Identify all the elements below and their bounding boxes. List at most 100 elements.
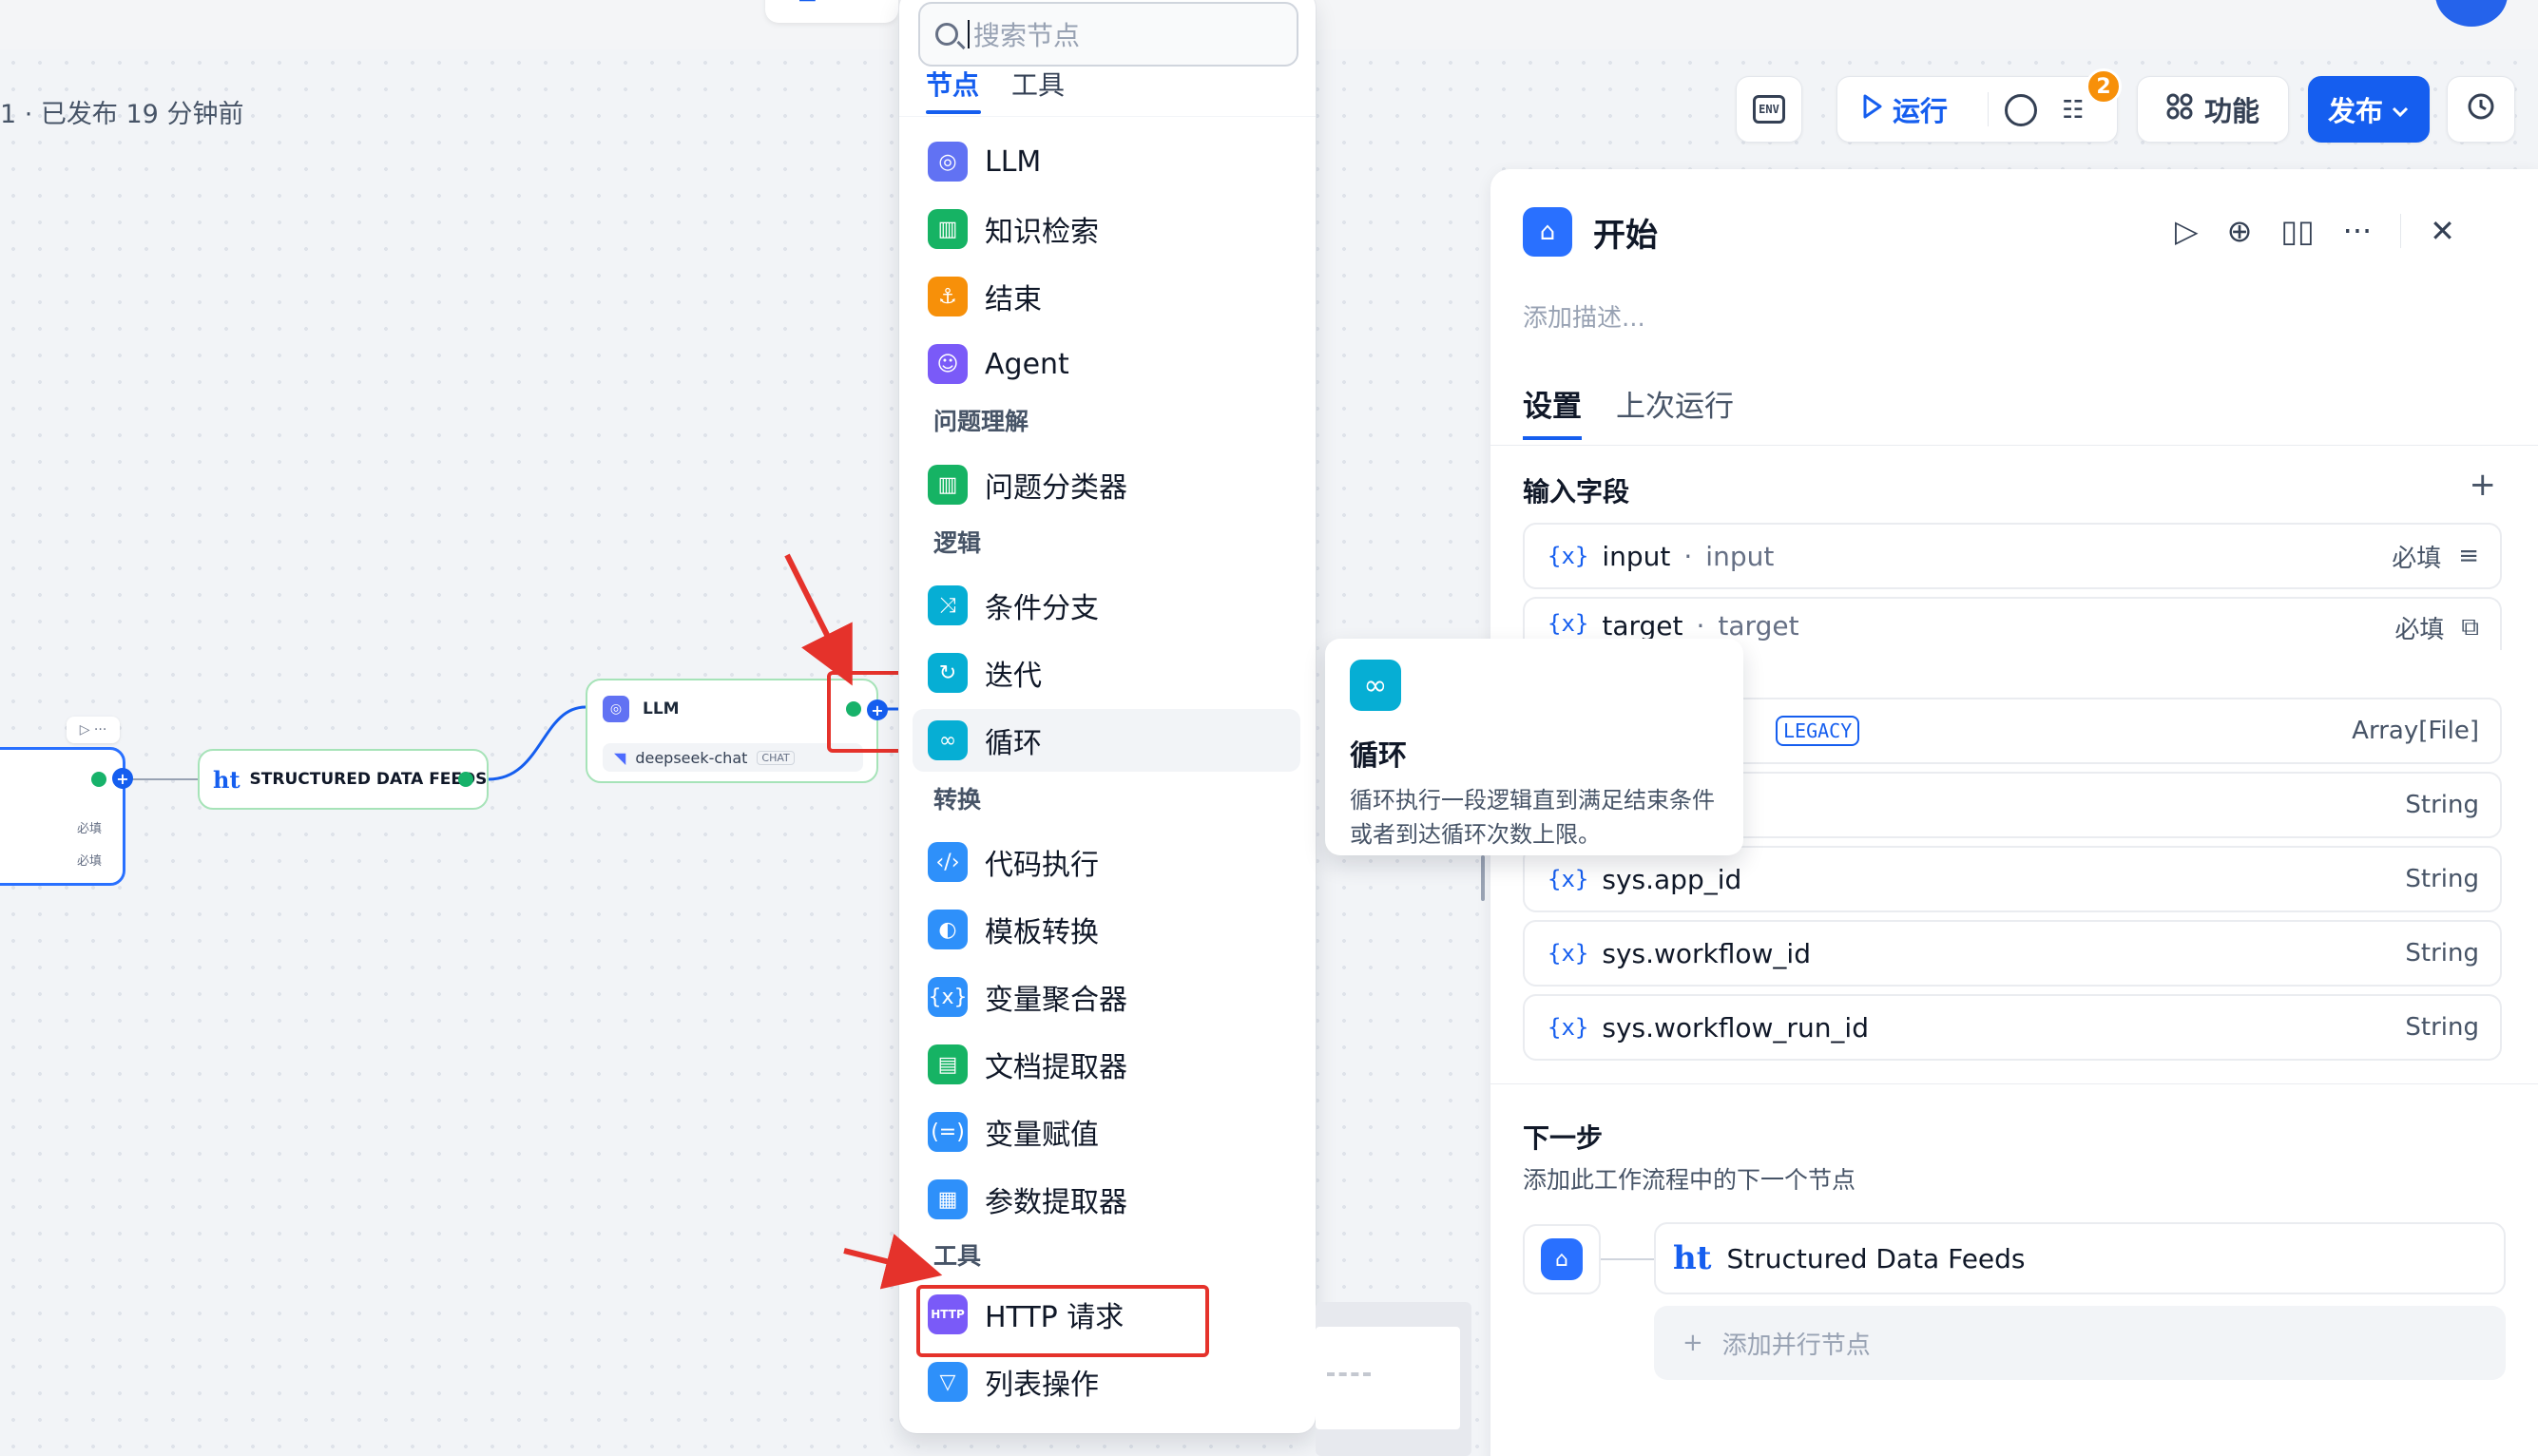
description-input[interactable]: 添加描述... — [1523, 298, 1645, 334]
structured-data-feeds-logo: ht — [1673, 1239, 1712, 1277]
input-field-row[interactable]: {x} sys.workflow_run_id String — [1523, 994, 2502, 1061]
node-item-variable-assigner[interactable]: (=) 变量赋值 — [913, 1101, 1300, 1163]
scrollbar[interactable] — [1481, 855, 1485, 901]
end-icon: ⚓ — [928, 277, 968, 316]
input-field-row[interactable]: {x} input · input 必填 ≡ — [1523, 523, 2502, 589]
model-mode-tag: CHAT — [757, 750, 795, 765]
variable-icon: {x} — [1548, 940, 1589, 967]
success-icon — [458, 772, 473, 787]
iteration-icon: ↻ — [928, 653, 968, 693]
document-icon: ▤ — [928, 1044, 968, 1084]
branch-icon: ⤨ — [928, 585, 968, 625]
run-node-icon[interactable]: ▷ — [2175, 213, 2199, 249]
add-next-node-icon[interactable]: + — [112, 768, 133, 789]
input-field-row[interactable]: {x} sys.workflow_id String — [1523, 920, 2502, 987]
search-icon — [935, 23, 958, 46]
tab-settings[interactable]: 设置 — [1523, 382, 1582, 440]
panel-tabs: 设置 上次运行 — [1523, 382, 1734, 440]
checklist-icon[interactable]: ☷ — [2062, 96, 2084, 125]
more-icon[interactable]: ··· — [2343, 213, 2373, 249]
add-parallel-node-button[interactable]: + 添加并行节点 — [1654, 1306, 2506, 1380]
book-icon: ▥ — [928, 209, 968, 249]
field-label: target — [1718, 610, 1799, 642]
required-label: 必填 — [76, 822, 102, 836]
model-name: deepseek-chat — [635, 748, 748, 767]
node-item-code[interactable]: ‹/› 代码执行 — [913, 831, 1300, 893]
node-item-list-operator[interactable]: ▽ 列表操作 — [913, 1351, 1300, 1413]
deepseek-icon: ◥ — [614, 748, 626, 767]
field-type: String — [2405, 939, 2479, 967]
next-node-item[interactable]: ht Structured Data Feeds — [1654, 1222, 2506, 1294]
tab-tools[interactable]: 工具 — [1011, 65, 1065, 103]
run-label: 运行 — [1893, 95, 1949, 127]
env-icon: ENV — [1753, 95, 1785, 124]
locate-icon[interactable]: ⊕ — [2227, 213, 2253, 249]
input-field-row[interactable]: {x} sys.app_id String — [1523, 846, 2502, 912]
close-icon[interactable]: ✕ — [2430, 213, 2455, 249]
llm-icon: ◎ — [928, 142, 968, 182]
publish-button[interactable]: 发布 — [2308, 76, 2430, 143]
classifier-icon: ▥ — [928, 465, 968, 505]
annotation-box — [916, 1285, 1209, 1357]
node-item-doc-extractor[interactable]: ▤ 文档提取器 — [913, 1033, 1300, 1096]
tab-last-run[interactable]: 上次运行 — [1616, 382, 1734, 425]
node-item-iteration[interactable]: ↻ 迭代 — [913, 642, 1300, 704]
features-button[interactable]: 功能 — [2137, 76, 2289, 143]
minimap-viewport — [1316, 1327, 1460, 1429]
search-input[interactable]: 搜索节点 — [918, 2, 1298, 67]
tooltip-title: 循环 — [1350, 739, 1407, 773]
category-transform: 转换 — [933, 786, 982, 814]
node-item-loop[interactable]: ∞ 循环 — [913, 709, 1300, 772]
category-understanding: 问题理解 — [933, 408, 1029, 435]
llm-node-title: LLM — [643, 699, 680, 718]
env-button[interactable]: ENV — [1736, 76, 1802, 143]
run-history-icon[interactable] — [2005, 94, 2037, 126]
play-icon — [1862, 93, 1883, 125]
add-field-icon[interactable]: + — [2470, 466, 2497, 504]
field-name: sys.workflow_id — [1602, 937, 1811, 969]
features-label: 功能 — [2203, 95, 2259, 127]
node-item-knowledge-retrieval[interactable]: ▥ 知识检索 — [913, 198, 1300, 260]
field-dot: · — [1696, 610, 1705, 642]
start-node[interactable]: 必填 必填 — [0, 747, 125, 886]
node-selector-panel: 搜索节点 节点 工具 ◎ LLM ▥ 知识检索 ⚓ 结束 ☺ Agent 问题理… — [899, 0, 1316, 1433]
structured-data-feeds-node[interactable]: ht STRUCTURED DATA FEEDS — [198, 749, 489, 810]
node-item-question-classifier[interactable]: ▥ 问题分类器 — [913, 453, 1300, 516]
field-name: target — [1602, 610, 1683, 642]
node-item-label: Agent — [985, 347, 1069, 381]
node-type-tabs: 节点 工具 — [926, 65, 1065, 114]
required-label: 必填 — [2392, 544, 2442, 573]
add-parallel-label: 添加并行节点 — [1721, 1331, 1871, 1360]
node-item-label: 文档提取器 — [985, 1051, 1127, 1084]
category-logic: 逻辑 — [933, 529, 982, 557]
node-item-label: 变量聚合器 — [985, 984, 1127, 1017]
divider — [899, 116, 1316, 117]
category-tools: 工具 — [933, 1242, 982, 1270]
node-item-label: 条件分支 — [985, 592, 1099, 625]
node-item-label: 知识检索 — [985, 216, 1099, 249]
node-item-variable-aggregator[interactable]: {x} 变量聚合器 — [913, 966, 1300, 1028]
model-selector: ◥ deepseek-chat CHAT — [603, 743, 863, 772]
node-item-agent[interactable]: ☺ Agent — [913, 333, 1300, 395]
field-name: sys.workflow_run_id — [1602, 1011, 1869, 1044]
llm-node-header: ◎ LLM — [603, 696, 680, 722]
version-history-button[interactable] — [2447, 76, 2515, 143]
tab-nodes[interactable]: 节点 — [926, 65, 982, 114]
search-placeholder: 搜索节点 — [973, 20, 1081, 51]
node-mini-toolbar[interactable]: ▷ ··· — [67, 717, 120, 743]
loop-tooltip: ∞ 循环 循环执行一段逻辑直到满足结束条件或者到达循环次数上限。 — [1325, 639, 1743, 855]
node-item-llm[interactable]: ◎ LLM — [913, 130, 1300, 193]
run-button[interactable]: 运行 — [1862, 77, 1948, 142]
node-item-parameter-extractor[interactable]: ▦ 参数提取器 — [913, 1168, 1300, 1231]
next-step-title: 下一步 — [1523, 1122, 1604, 1154]
required-label: 必填 — [76, 854, 102, 869]
node-item-if-else[interactable]: ⤨ 条件分支 — [913, 574, 1300, 637]
node-item-end[interactable]: ⚓ 结束 — [913, 265, 1300, 328]
node-item-label: 列表操作 — [985, 1369, 1099, 1402]
node-item-template[interactable]: ◐ 模板转换 — [913, 898, 1300, 961]
loop-icon: ∞ — [1350, 660, 1401, 711]
panel-title[interactable]: 开始 — [1593, 209, 1658, 256]
docs-icon[interactable]: ▯▯ — [2280, 213, 2314, 249]
node-item-label: 循环 — [985, 727, 1042, 760]
loop-icon: ∞ — [928, 720, 968, 760]
